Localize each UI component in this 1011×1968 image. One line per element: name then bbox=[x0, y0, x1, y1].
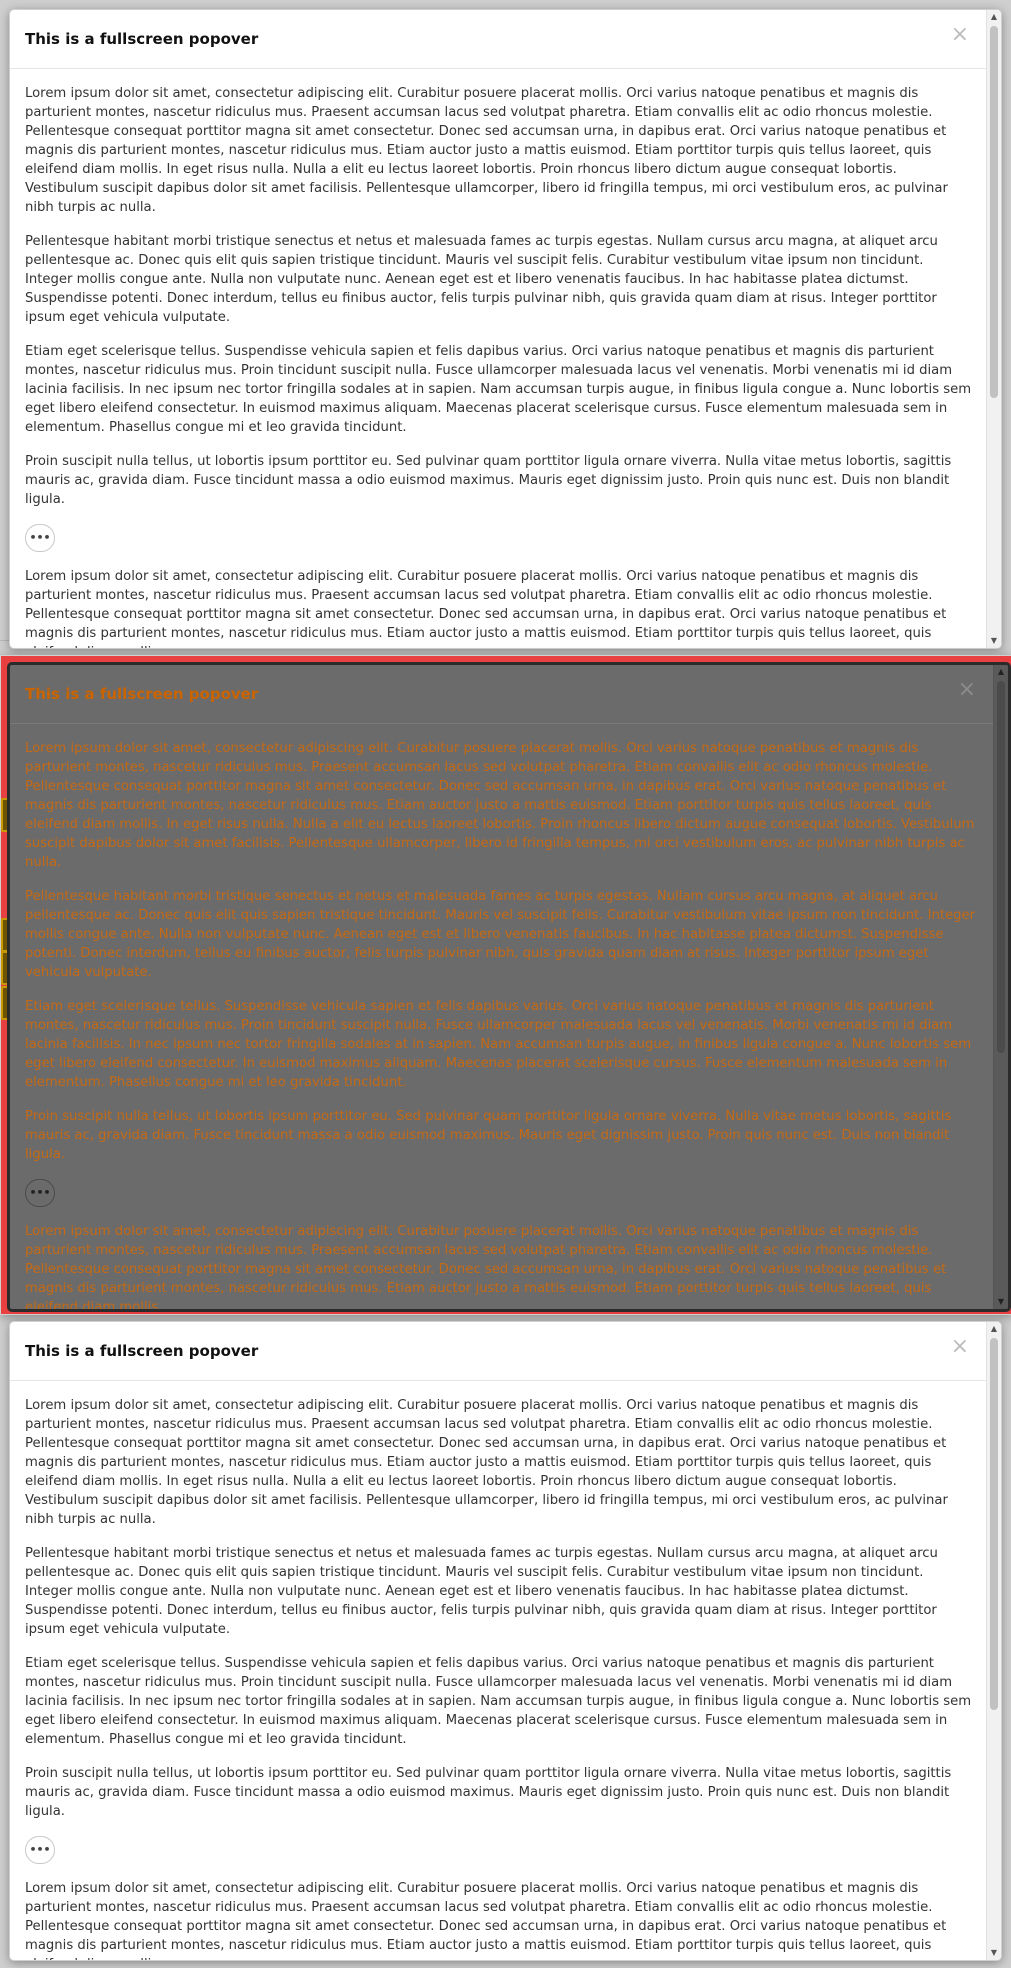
more-button[interactable]: ••• bbox=[25, 524, 55, 552]
paragraph: Lorem ipsum dolor sit amet, consectetur … bbox=[25, 1881, 947, 1960]
popover-body: Lorem ipsum dolor sit amet, consectetur … bbox=[10, 724, 994, 1309]
paragraph: Lorem ipsum dolor sit amet, consectetur … bbox=[25, 1224, 947, 1309]
paragraph: Proin suscipit nulla tellus, ut lobortis… bbox=[25, 1766, 952, 1819]
scrollbar[interactable]: ▲ ▼ bbox=[993, 665, 1008, 1309]
close-icon[interactable]: × bbox=[958, 679, 976, 701]
fullscreen-popover: This is a fullscreen popover × Lorem ips… bbox=[9, 9, 1002, 649]
paragraph: Proin suscipit nulla tellus, ut lobortis… bbox=[25, 1109, 952, 1162]
scroll-up-icon[interactable]: ▲ bbox=[994, 665, 1008, 679]
popover-title: This is a fullscreen popover bbox=[25, 1342, 259, 1360]
paragraph: Pellentesque habitant morbi tristique se… bbox=[25, 234, 938, 325]
close-icon[interactable]: × bbox=[951, 1336, 969, 1358]
fullscreen-popover: This is a fullscreen popover × Lorem ips… bbox=[9, 1321, 1002, 1961]
paragraph: Lorem ipsum dolor sit amet, consectetur … bbox=[25, 1398, 948, 1527]
scroll-down-icon[interactable]: ▼ bbox=[987, 634, 1001, 648]
popover-header: This is a fullscreen popover × bbox=[10, 665, 994, 724]
popover-title: This is a fullscreen popover bbox=[25, 30, 259, 48]
paragraph: Proin suscipit nulla tellus, ut lobortis… bbox=[25, 454, 952, 507]
scrollbar-thumb[interactable] bbox=[990, 26, 998, 398]
popover-body: Lorem ipsum dolor sit amet, consectetur … bbox=[10, 69, 987, 648]
more-button[interactable]: ••• bbox=[25, 1179, 55, 1207]
scroll-down-icon[interactable]: ▼ bbox=[987, 1946, 1001, 1960]
close-icon[interactable]: × bbox=[951, 24, 969, 46]
scrollbar-thumb[interactable] bbox=[997, 681, 1005, 1053]
scroll-up-icon[interactable]: ▲ bbox=[987, 10, 1001, 24]
paragraph: Etiam eget scelerisque tellus. Suspendis… bbox=[25, 1656, 972, 1747]
more-button[interactable]: ••• bbox=[25, 1836, 55, 1864]
paragraph: Lorem ipsum dolor sit amet, consectetur … bbox=[25, 86, 948, 215]
scroll-down-icon[interactable]: ▼ bbox=[994, 1295, 1008, 1309]
paragraph: Pellentesque habitant morbi tristique se… bbox=[25, 1546, 938, 1637]
paragraph: Lorem ipsum dolor sit amet, consectetur … bbox=[25, 569, 947, 648]
scroll-up-icon[interactable]: ▲ bbox=[987, 1322, 1001, 1336]
fullscreen-popover: This is a fullscreen popover × Lorem ips… bbox=[7, 662, 1011, 1312]
paragraph: Etiam eget scelerisque tellus. Suspendis… bbox=[25, 344, 972, 435]
paragraph: Pellentesque habitant morbi tristique se… bbox=[25, 889, 976, 980]
scrollbar[interactable]: ▲ ▼ bbox=[986, 1322, 1001, 1960]
screen: This is a fullscreen popover × Lorem ips… bbox=[0, 0, 1011, 1968]
popover-header: This is a fullscreen popover × bbox=[10, 10, 987, 69]
paragraph: Etiam eget scelerisque tellus. Suspendis… bbox=[25, 999, 972, 1090]
popover-header: This is a fullscreen popover × bbox=[10, 1322, 987, 1381]
paragraph: Lorem ipsum dolor sit amet, consectetur … bbox=[25, 741, 975, 870]
popover-body: Lorem ipsum dolor sit amet, consectetur … bbox=[10, 1381, 987, 1960]
scrollbar-thumb[interactable] bbox=[990, 1338, 998, 1710]
scrollbar[interactable]: ▲ ▼ bbox=[986, 10, 1001, 648]
highlighted-popover-frame: This is a fullscreen popover × Lorem ips… bbox=[0, 655, 1011, 1315]
popover-title: This is a fullscreen popover bbox=[25, 685, 259, 703]
